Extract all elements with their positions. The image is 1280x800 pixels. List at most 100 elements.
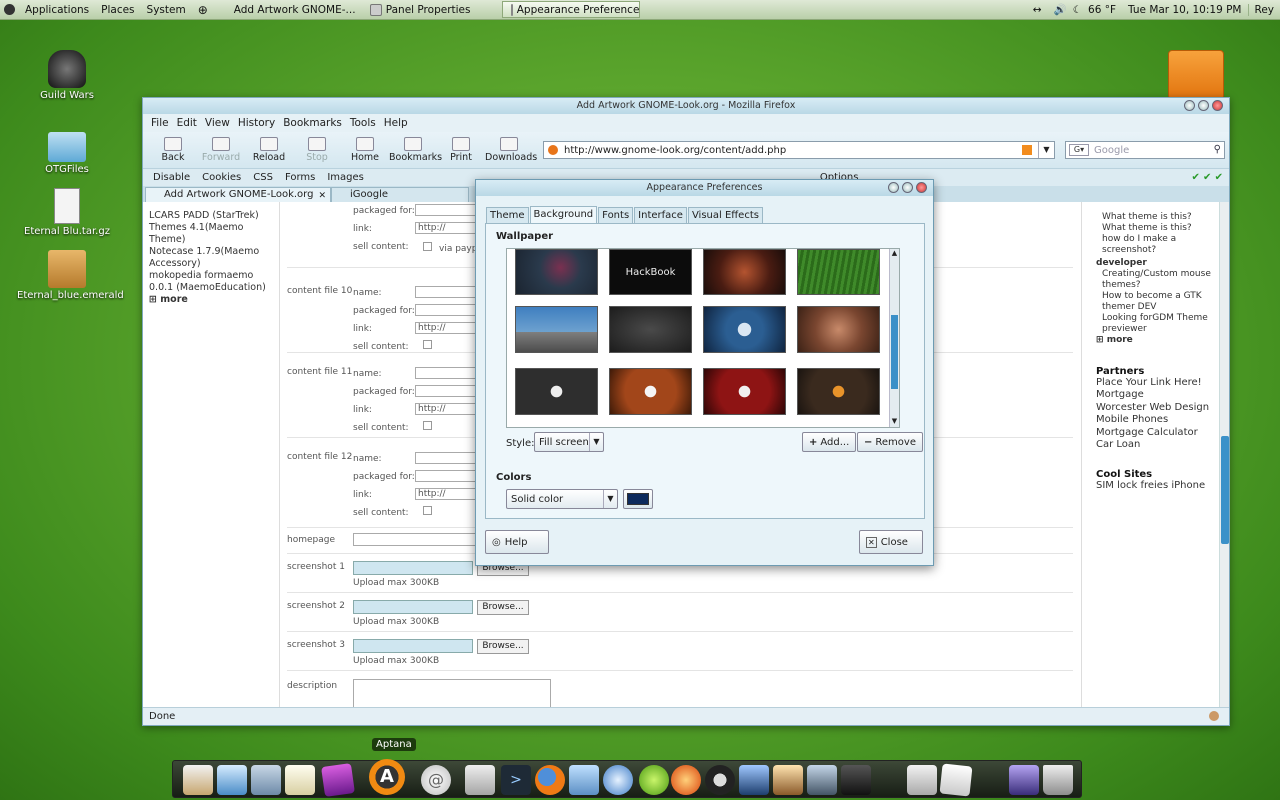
packaged-for-select[interactable] [415,204,477,216]
orange-orb-icon[interactable] [671,765,701,795]
temperature[interactable]: 66 °F [1082,4,1122,16]
close-icon[interactable] [1212,100,1223,111]
devbar-cookies[interactable]: Cookies [196,172,247,183]
window-icon[interactable] [907,765,937,795]
desktop-icon-otgfiles[interactable]: OTGFiles [17,128,117,175]
forum-link[interactable]: What theme is this? [1096,223,1219,234]
places-menu[interactable]: Places [95,0,140,20]
trash-icon[interactable] [1043,765,1073,795]
color-picker-button[interactable] [623,489,653,509]
stop-button[interactable]: Stop [293,137,341,163]
dashboard-icon[interactable] [705,765,735,795]
tab-fonts[interactable]: Fonts [598,207,634,224]
devbar-forms[interactable]: Forms [279,172,321,183]
list-item[interactable]: Notecase 1.7.9(Maemo Accessory) [149,246,279,270]
rss-icon[interactable] [1022,145,1032,155]
wallpaper-thumbnail[interactable] [797,368,880,415]
cards-icon[interactable] [939,763,973,797]
forum-link[interactable]: How to become a GTK themer DEV [1096,291,1219,313]
firewire-drive-icon[interactable] [1168,50,1224,100]
scroll-down-icon[interactable]: ▼ [890,417,899,427]
screenshot-file-input[interactable] [353,600,473,614]
wallpaper-thumbnail[interactable] [515,306,598,353]
wallpaper-thumbnail[interactable] [609,368,692,415]
firefox-titlebar[interactable]: Add Artwork GNOME-Look.org - Mozilla Fir… [143,98,1229,114]
screenshot-file-input[interactable] [353,561,473,575]
maximize-icon[interactable] [1198,100,1209,111]
menu-help[interactable]: Help [380,117,412,129]
close-icon[interactable] [916,182,927,193]
browse-button[interactable]: Browse... [477,639,529,654]
weather-icon[interactable]: ☾ [1073,4,1082,16]
back-button[interactable]: Back [149,137,197,163]
applications-menu[interactable]: Applications [19,0,95,20]
home-button[interactable]: Home [341,137,389,163]
add-button[interactable]: + Add... [802,432,857,452]
chart-app-icon[interactable] [217,765,247,795]
devbar-css[interactable]: CSS [247,172,279,183]
devbar-images[interactable]: Images [321,172,370,183]
color-mode-combo[interactable]: Solid color ▼ [506,489,618,509]
wallpaper-thumbnail[interactable] [609,306,692,353]
dialog-titlebar[interactable]: Appearance Preferences [476,180,933,196]
partner-link[interactable]: Mortgage Calculator [1096,427,1219,439]
more-link[interactable]: ⊞ more [149,294,279,306]
scroll-up-icon[interactable]: ▲ [890,249,899,259]
validation-check-icon[interactable]: ✔ ✔ ✔ [1186,172,1230,183]
network-manager-icon[interactable]: ⊕ [192,0,214,20]
page-scrollbar[interactable] [1219,202,1229,708]
photo-app-icon[interactable] [465,765,495,795]
preview-icon[interactable] [807,765,837,795]
scrollbar-thumb[interactable] [1221,436,1229,544]
search-icon[interactable]: ⚲ [1214,144,1221,155]
system-menu[interactable]: System [141,0,192,20]
task-firefox[interactable]: Add Artwork GNOME-... [222,1,360,18]
wallpaper-thumbnail[interactable] [703,249,786,295]
photos-icon[interactable] [773,765,803,795]
terminal-icon[interactable]: > [501,765,531,795]
volume-icon[interactable]: 🔊 [1048,3,1073,16]
network-arrows-icon[interactable]: ↔ [1027,4,1048,16]
print-button[interactable]: Print [437,137,485,163]
menu-edit[interactable]: Edit [173,117,201,129]
tab-background[interactable]: Background [529,206,598,223]
name-input[interactable] [415,452,477,464]
remove-button[interactable]: − Remove [857,432,923,452]
aptana-icon[interactable]: A [369,759,405,795]
wallpaper-thumbnail[interactable] [515,249,598,295]
user-menu[interactable]: Rey [1247,3,1280,16]
sell-checkbox[interactable] [423,340,432,349]
reload-button[interactable]: Reload [245,137,293,163]
packaged-for-select[interactable] [415,304,477,316]
more-link[interactable]: ⊞ more [1096,335,1219,346]
forum-link[interactable]: Looking forGDM Theme previewer [1096,313,1219,335]
tab-theme[interactable]: Theme [486,207,529,224]
link-input[interactable]: http:// [415,403,477,415]
tab-visual-effects[interactable]: Visual Effects [687,207,763,224]
tab-close-icon[interactable]: ✕ [318,189,326,203]
list-item[interactable]: LCARS PADD (StarTrek) Themes 4.1(Maemo T… [149,210,279,246]
menu-file[interactable]: File [147,117,173,129]
wallpaper-thumbnail[interactable] [797,306,880,353]
sell-checkbox[interactable] [423,242,432,251]
firefox-icon[interactable] [535,765,565,795]
tab-add-artwork[interactable]: Add Artwork GNOME-Look.org ✕ [145,187,331,202]
movie-clapper-icon[interactable] [841,765,871,795]
task-appearance-preferences[interactable]: Appearance Preferences [501,1,640,18]
home-folder-icon[interactable] [183,765,213,795]
homepage-input[interactable] [353,533,483,546]
pidgin-icon[interactable] [569,765,599,795]
partner-link[interactable]: Car Loan [1096,439,1219,451]
wallpaper-thumbnail[interactable] [797,249,880,295]
desktop-icon-guild-wars[interactable]: Guild Wars [17,50,117,101]
partner-link[interactable]: Mortgage [1096,389,1219,401]
tab-igoogle[interactable]: iGoogle [331,187,469,202]
devbar-disable[interactable]: Disable [147,172,196,183]
desktop-icon-eternal-blue-emerald[interactable]: Eternal_blue.emerald [17,250,124,301]
itunes-icon[interactable] [603,765,633,795]
link-input[interactable]: http:// [415,322,477,334]
close-button[interactable]: ✕ Close [859,530,923,554]
partner-link[interactable]: Place Your Link Here! [1096,377,1219,389]
bookmarks-button[interactable]: Bookmarks [389,137,442,163]
menu-tools[interactable]: Tools [346,117,380,129]
